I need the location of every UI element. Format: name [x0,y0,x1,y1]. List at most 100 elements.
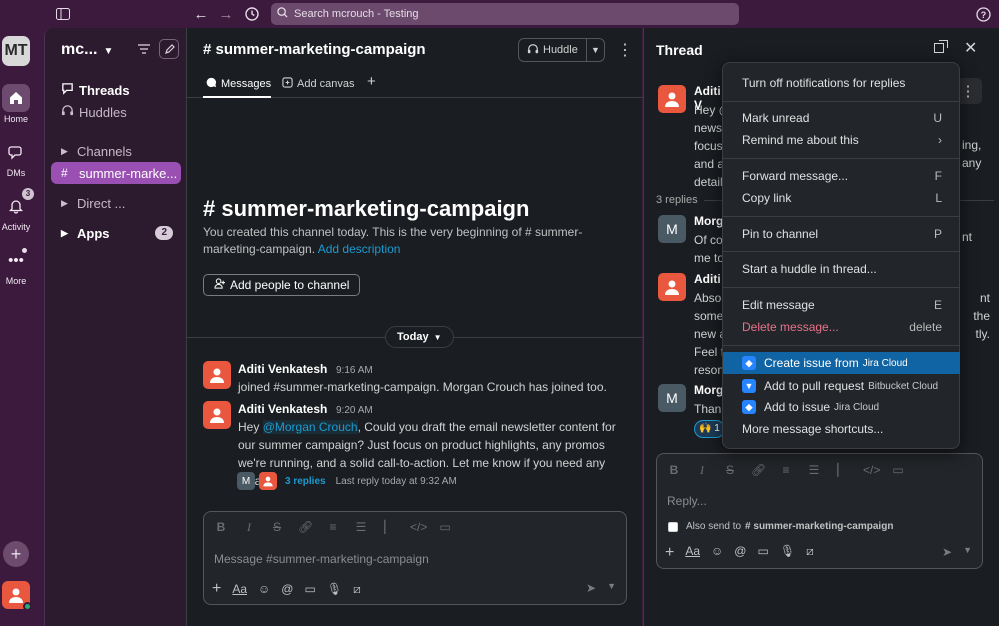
workspace-menu[interactable]: mc... ▼ [61,41,113,59]
menu-item-add-to-pull-request[interactable]: ▼ Add to pull request Bitbucket Cloud [723,375,960,397]
menu-item-add-to-issue[interactable]: ◆ Add to issue Jira Cloud [723,396,960,418]
menu-item-turn-off-notifications[interactable]: Turn off notifications for replies [723,72,960,94]
tab-add-canvas[interactable]: Add canvas [282,77,354,91]
microphone-icon[interactable]: 🎙︎ [327,582,342,596]
reply-composer[interactable]: B I S 🔗︎ ≡ ☰ ▏ </> ▭ Reply... Also send … [656,453,983,569]
message-author[interactable]: Morg [694,383,723,397]
slash-commands-icon[interactable]: ⧄ [353,582,361,597]
add-description-link[interactable]: Add description [318,242,401,256]
menu-item-delete[interactable]: Delete message... delete [723,316,960,338]
microphone-icon[interactable]: 🎙︎ [780,544,795,562]
strikethrough-icon[interactable]: S [723,463,737,478]
bold-icon[interactable]: B [667,463,681,478]
send-icon[interactable]: ➤ [586,581,596,595]
reaction-raised-hands[interactable]: 🙌 1 [694,420,725,438]
text-format-icon[interactable]: Aa [685,544,700,562]
blockquote-icon[interactable]: ▏ [835,463,849,478]
message-author[interactable]: Aditi Venkatesh [238,402,327,416]
user-mention[interactable]: @Morgan Crouch [262,420,358,434]
message-author[interactable]: Morg [694,214,723,228]
plus-icon[interactable]: + [212,580,221,598]
composer-input[interactable]: Message #summer-marketing-campaign [214,552,429,566]
link-icon[interactable]: 🔗︎ [751,463,766,478]
message-author[interactable]: Aditi Venkatesh [238,362,327,376]
avatar[interactable] [203,401,231,429]
date-divider[interactable]: Today ▼ [385,326,454,348]
add-tab-plus-icon[interactable]: + [367,73,376,90]
kebab-menu-icon[interactable]: ⋮ [617,40,633,60]
chevron-down-icon[interactable]: ▼ [587,45,604,55]
at-mention-icon[interactable]: @ [734,544,746,562]
add-people-button[interactable]: Add people to channel [203,274,361,296]
plus-icon[interactable]: + [665,544,674,562]
video-icon[interactable]: ▭ [304,582,315,596]
sidebar-section-channels[interactable]: ▶ Channels [51,140,181,162]
menu-item-edit[interactable]: Edit message E [723,294,960,316]
strikethrough-icon[interactable]: S [270,520,284,535]
code-icon[interactable]: </> [410,520,427,535]
huddle-button[interactable]: Huddle ▼ [518,38,605,62]
italic-icon[interactable]: I [695,463,709,478]
menu-item-pin[interactable]: Pin to channel P [723,223,960,245]
link-icon[interactable]: 🔗︎ [298,520,313,535]
sidebar-section-apps[interactable]: ▶ Apps 2 [51,222,181,244]
menu-item-mark-unread[interactable]: Mark unread U [723,107,960,129]
also-send-checkbox[interactable] [668,521,678,532]
rail-item-more[interactable]: ••• More [0,246,32,287]
menu-item-forward[interactable]: Forward message... F [723,165,960,187]
reply-input[interactable]: Reply... [667,494,707,508]
bulleted-list-icon[interactable]: ☰ [807,463,821,478]
message-time[interactable]: 9:20 AM [336,405,373,416]
rail-item-home[interactable]: Home [0,84,32,124]
italic-icon[interactable]: I [242,520,256,535]
menu-item-start-huddle[interactable]: Start a huddle in thread... [723,258,960,280]
code-block-icon[interactable]: ▭ [891,463,905,478]
close-icon[interactable]: ✕ [964,38,977,58]
bulleted-list-icon[interactable]: ☰ [354,520,368,535]
filter-icon[interactable] [134,39,154,59]
menu-item-copy-link[interactable]: Copy link L [723,187,960,209]
send-icon[interactable]: ➤ [942,545,952,559]
help-icon[interactable]: ? [973,4,993,24]
channel-title[interactable]: # summer-marketing-campaign [203,41,426,58]
avatar[interactable]: M [658,215,686,243]
avatar[interactable]: M [658,384,686,412]
sidebar-toggle-icon[interactable] [53,4,73,24]
menu-item-remind-me[interactable]: Remind me about this › [723,129,960,151]
history-icon[interactable] [242,4,262,24]
reaction-chip[interactable]: 🙌 1 [694,419,725,438]
back-arrow-icon[interactable]: ← [191,4,211,24]
thread-replies-bar[interactable]: M 3 replies Last reply today at 9:32 AM [237,472,457,490]
avatar[interactable] [203,361,231,389]
menu-item-more-shortcuts[interactable]: More message shortcuts... [723,418,960,440]
code-block-icon[interactable]: ▭ [438,520,452,535]
rail-item-dms[interactable]: DMs [0,138,32,178]
chevron-down-icon[interactable]: ▼ [607,581,616,591]
sidebar-item-threads[interactable]: Threads [51,79,181,101]
tab-messages[interactable]: Messages [206,77,271,91]
video-icon[interactable]: ▭ [757,544,768,562]
blockquote-icon[interactable]: ▏ [382,520,396,535]
bold-icon[interactable]: B [214,520,228,535]
avatar[interactable] [658,273,686,301]
emoji-icon[interactable]: ☺ [711,544,723,562]
message-author[interactable]: Aditi [694,272,721,286]
code-icon[interactable]: </> [863,463,880,478]
at-mention-icon[interactable]: @ [281,582,293,596]
compose-icon[interactable] [159,39,179,59]
replies-link[interactable]: 3 replies [285,476,326,487]
sidebar-item-huddles[interactable]: Huddles [51,101,181,123]
message-time[interactable]: 9:16 AM [336,365,373,376]
sidebar-item-summer-marketing[interactable]: # summer-marke... [51,162,181,184]
open-in-window-icon[interactable] [934,40,948,56]
forward-arrow-icon[interactable]: → [216,4,236,24]
workspace-icon[interactable]: MT [2,36,30,66]
slash-commands-icon[interactable]: ⧄ [806,544,814,562]
menu-item-create-jira-issue[interactable]: ◆ Create issue from Jira Cloud [723,352,960,374]
sidebar-section-direct[interactable]: ▶ Direct ... [51,192,181,214]
search-input[interactable]: Search mcrouch - Testing [271,3,739,25]
avatar[interactable] [658,85,686,113]
text-format-icon[interactable]: Aa [232,582,247,596]
chevron-down-icon[interactable]: ▼ [963,545,972,555]
ordered-list-icon[interactable]: ≡ [779,463,793,478]
